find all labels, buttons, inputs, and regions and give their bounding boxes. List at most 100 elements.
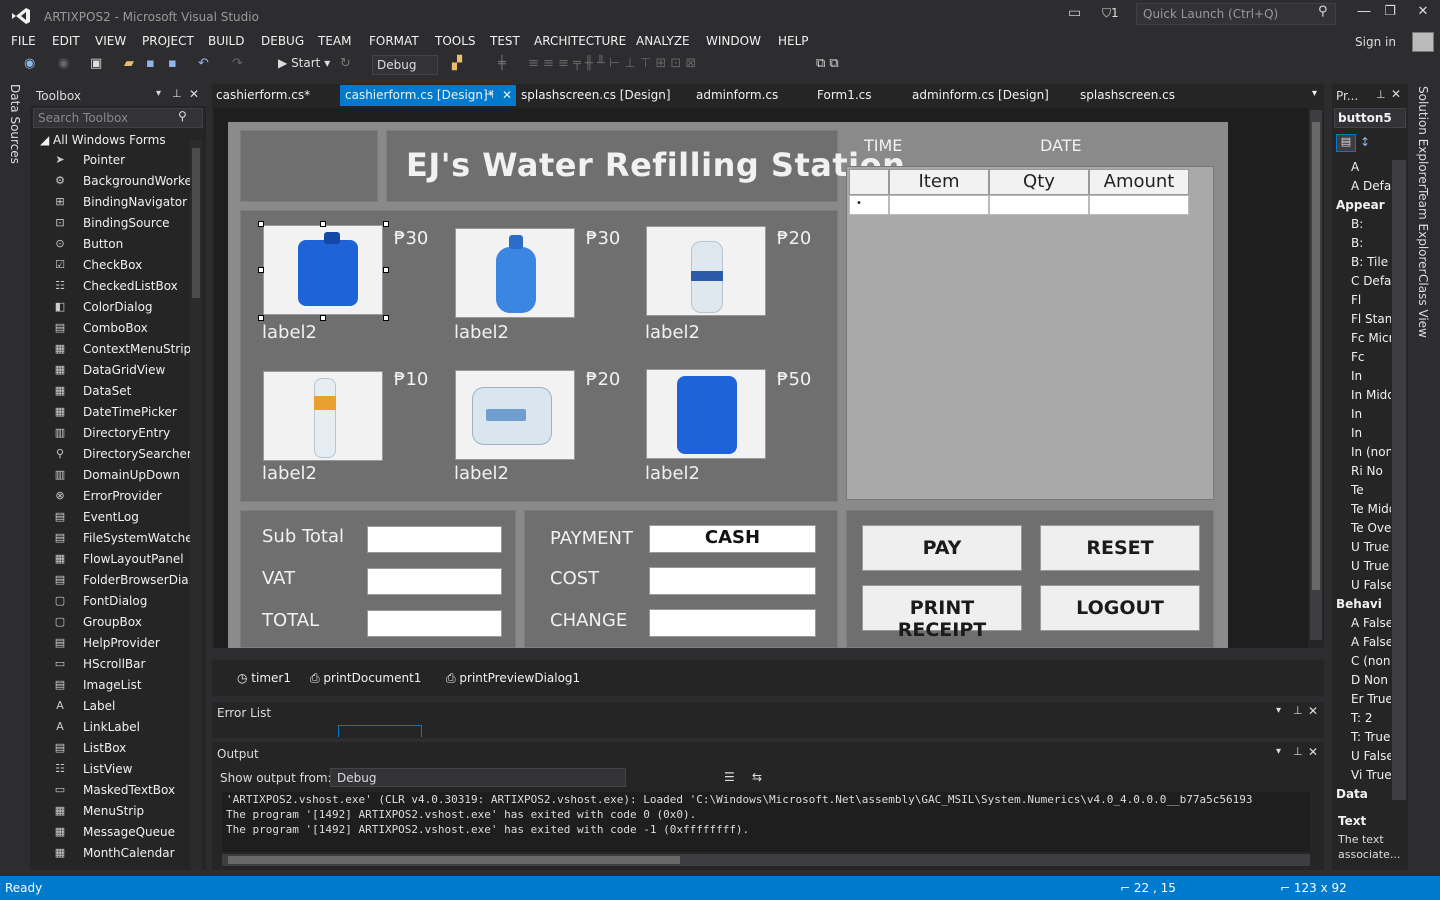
selection-handle[interactable] [383,267,389,273]
property-row[interactable]: Fc [1351,350,1391,364]
layout-tools-icon[interactable]: ≡ ≡ ≡ ╤ ╫ ╨ ⊢ ⊥ ⊤ ⊞ ⊡ ⊠ [528,56,696,71]
menu-project[interactable]: PROJECT [142,34,194,48]
selection-handle[interactable] [320,315,326,321]
component-print-document[interactable]: ⎙ printDocument1 [310,671,421,686]
product-image-gallon[interactable] [455,228,575,318]
pay-button[interactable]: PAY [862,525,1022,571]
toolbox-item-bindingnavigator[interactable]: ⊞ BindingNavigator [52,195,192,215]
selection-handle[interactable] [258,267,264,273]
pin-icon[interactable]: ⊥ [172,87,182,100]
properties-scrollbar[interactable] [1392,160,1406,800]
panel-dropdown-icon[interactable]: ▾ [1276,705,1281,716]
toolbox-item-button[interactable]: ⊙ Button [52,237,192,257]
property-row[interactable]: A [1351,160,1391,174]
toolbox-item-dataset[interactable]: ▦ DataSet [52,384,192,404]
property-row[interactable]: Te [1351,483,1391,497]
tab-adminform-cs[interactable]: adminform.cs [696,88,778,102]
property-row[interactable]: U True [1351,559,1391,573]
product-image-clear-container[interactable] [455,370,575,460]
toolbox-dropdown-icon[interactable]: ▾ [156,88,161,99]
toolbox-item-domainupdown[interactable]: ▥ DomainUpDown [52,468,192,488]
close-icon[interactable]: ✕ [1308,704,1318,718]
toolbox-item-groupbox[interactable]: ▢ GroupBox [52,615,192,635]
save-icon[interactable]: ▪ [146,56,155,71]
toolbox-item-directoryentry[interactable]: ▥ DirectoryEntry [52,426,192,446]
sign-in-link[interactable]: Sign in [1355,35,1396,49]
toolbox-item-helpprovider[interactable]: ▤ HelpProvider [52,636,192,656]
toolbox-item-messagequeue[interactable]: ▦ MessageQueue [52,825,192,845]
toolbox-item-flowlayoutpanel[interactable]: ▦ FlowLayoutPanel [52,552,192,572]
property-row[interactable]: Er True [1351,692,1391,706]
grid-column-qty[interactable]: Qty [989,169,1089,195]
selection-handle[interactable] [258,221,264,227]
solution-configuration-select[interactable]: Debug [372,55,438,75]
grid-cell[interactable] [889,195,989,215]
property-row[interactable]: U False [1351,749,1391,763]
clear-all-icon[interactable]: ☰ [724,770,735,784]
property-row[interactable]: A False [1351,635,1391,649]
property-row[interactable]: In [1351,369,1391,383]
navigate-forward-icon[interactable]: ◉ [58,56,69,71]
open-file-icon[interactable]: ▰ [124,56,134,71]
property-row[interactable]: A False [1351,616,1391,630]
selection-handle[interactable] [320,221,326,227]
component-print-preview[interactable]: ⎙ printPreviewDialog1 [446,671,580,686]
property-row[interactable]: Vi True [1351,768,1391,782]
align-icon[interactable]: ╪ [498,56,506,71]
grid-column-item[interactable]: Item [889,169,989,195]
property-category[interactable]: Appear [1336,198,1392,212]
grid-column-amount[interactable]: Amount [1089,169,1189,195]
grid-cell[interactable] [989,195,1089,215]
redo-icon[interactable]: ↷ [232,56,243,71]
close-icon[interactable]: ✕ [1391,87,1401,101]
tab-overflow-icon[interactable]: ▾ [1312,88,1317,99]
word-wrap-icon[interactable]: ⇆ [752,770,762,784]
toolbox-item-pointer[interactable]: ➤ Pointer [52,153,192,173]
data-sources-tab[interactable]: Data Sources [8,84,22,164]
menu-window[interactable]: WINDOW [706,34,761,48]
class-view-tab[interactable]: Class View [1416,274,1430,338]
tab-close-icon[interactable]: ✕ [502,88,512,102]
total-textbox[interactable] [367,610,502,637]
property-row[interactable]: B: Tile [1351,255,1391,269]
property-row[interactable]: Fl [1351,293,1391,307]
alphabetical-icon[interactable]: ↕ [1360,135,1370,149]
property-row[interactable]: Fl Stan [1351,312,1391,326]
toolbox-item-directorysearcher[interactable]: ⚲ DirectorySearcher [52,447,192,467]
toolbox-group-all-windows-forms[interactable]: ◢ All Windows Forms [40,133,166,147]
property-row[interactable]: T: True [1351,730,1391,744]
pin-icon[interactable]: ⊥ [1293,704,1303,717]
property-row[interactable]: A Defa [1351,179,1391,193]
product-image-jerrycan[interactable] [263,225,383,315]
toolbox-item-imagelist[interactable]: ▤ ImageList [52,678,192,698]
property-row[interactable]: B: [1351,236,1391,250]
toolbox-item-bindingsource[interactable]: ⊡ BindingSource [52,216,192,236]
component-timer[interactable]: ◷ timer1 [237,671,291,685]
refresh-icon[interactable]: ↻ [340,56,351,71]
toolbox-item-maskedtextbox[interactable]: ▭ MaskedTextBox [52,783,192,803]
avatar[interactable] [1412,32,1434,52]
vat-textbox[interactable] [367,568,502,595]
toolbox-item-eventlog[interactable]: ▤ EventLog [52,510,192,530]
property-category[interactable]: Data [1336,787,1392,801]
quick-launch-input[interactable]: Quick Launch (Ctrl+Q) [1136,3,1336,25]
toolbox-item-checkbox[interactable]: ☑ CheckBox [52,258,192,278]
property-row[interactable]: U False [1351,578,1391,592]
property-row[interactable]: C (non [1351,654,1391,668]
panel-dropdown-icon[interactable]: ▾ [1276,746,1281,757]
pin-icon[interactable]: ⊥ [1293,745,1303,758]
selection-handle[interactable] [383,221,389,227]
print-receipt-button[interactable]: PRINT RECEIPT [862,585,1022,641]
property-row[interactable]: C Defa [1351,274,1391,288]
menu-tools[interactable]: TOOLS [435,34,476,48]
menu-file[interactable]: FILE [11,34,36,48]
minimize-button[interactable]: ― [1350,4,1378,24]
toolbox-item-backgroundworker[interactable]: ⚙ BackgroundWorker [52,174,197,194]
logo-panel[interactable] [240,130,378,202]
navigate-back-icon[interactable]: ◉ [24,56,35,71]
toolbox-item-linklabel[interactable]: A LinkLabel [52,720,192,740]
menu-team[interactable]: TEAM [318,34,351,48]
property-row[interactable]: T: 2 [1351,711,1391,725]
tab-form1-cs[interactable]: Form1.cs [817,88,872,102]
property-category[interactable]: Behavi [1336,597,1392,611]
